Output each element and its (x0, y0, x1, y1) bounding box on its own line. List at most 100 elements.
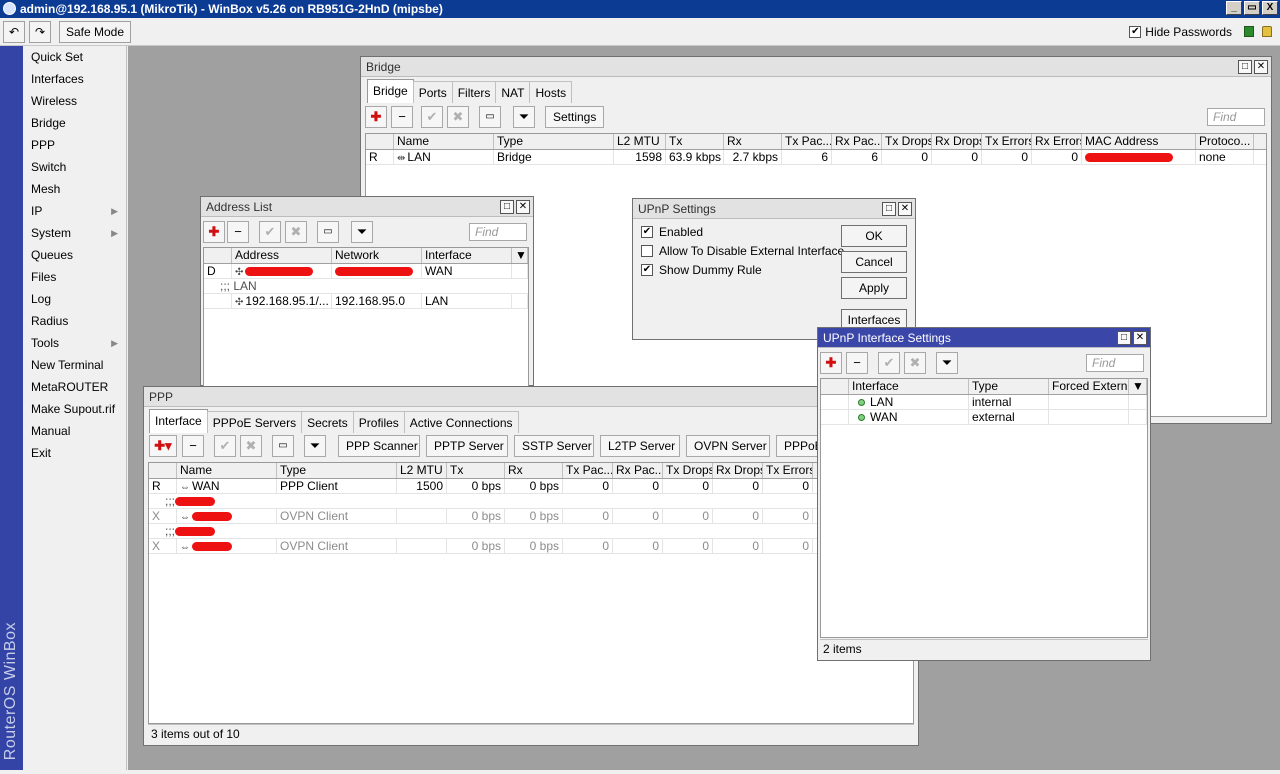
bridge-tab-ports[interactable]: Ports (412, 81, 453, 103)
ppp-column-header[interactable]: Tx Errors (763, 463, 813, 478)
address-column-header[interactable]: Address (232, 248, 332, 263)
check-icon[interactable]: ✔ (421, 106, 443, 128)
add-icon[interactable]: ✚ (203, 221, 225, 243)
undo-button[interactable]: ↶ (3, 21, 25, 43)
comment-icon[interactable]: ▭ (272, 435, 294, 457)
sidebar-item-wireless[interactable]: Wireless (23, 90, 126, 112)
sidebar-item-interfaces[interactable]: Interfaces (23, 68, 126, 90)
sidebar-item-switch[interactable]: Switch (23, 156, 126, 178)
sidebar-item-mesh[interactable]: Mesh (23, 178, 126, 200)
cross-icon[interactable]: ✖ (285, 221, 307, 243)
close-icon[interactable]: ✕ (1133, 331, 1147, 345)
minimize-icon[interactable]: _ (1226, 1, 1242, 15)
bridge-tab-nat[interactable]: NAT (495, 81, 531, 103)
ppp-column-header[interactable]: L2 MTU (397, 463, 447, 478)
close-icon[interactable]: ✕ (1254, 60, 1268, 74)
check-icon[interactable]: ✔ (878, 352, 900, 374)
checkbox[interactable]: ✔ (641, 264, 653, 276)
upnp-settings-window-title[interactable]: UPnP Settings □ ✕ (633, 199, 915, 219)
bridge-tab-bridge[interactable]: Bridge (367, 79, 414, 103)
filter-icon[interactable]: ⏷ (513, 106, 535, 128)
bridge-column-header[interactable]: Name (394, 134, 494, 149)
table-row[interactable]: LAN internal (821, 395, 1147, 410)
bridge-column-header[interactable]: Protoco... (1196, 134, 1254, 149)
add-icon[interactable]: ✚ (820, 352, 842, 374)
ppp-column-header[interactable]: Tx Pac... (563, 463, 613, 478)
bridge-column-header[interactable]: Tx Errors (982, 134, 1032, 149)
ppp-window-title[interactable]: PPP (144, 387, 918, 407)
bridge-column-header[interactable]: Rx Pac... (832, 134, 882, 149)
sidebar-item-log[interactable]: Log (23, 288, 126, 310)
comment-icon[interactable]: ▭ (317, 221, 339, 243)
filter-icon[interactable]: ⏷ (351, 221, 373, 243)
address-column-header[interactable] (204, 248, 232, 263)
cross-icon[interactable]: ✖ (904, 352, 926, 374)
cross-icon[interactable]: ✖ (447, 106, 469, 128)
table-row[interactable]: R ⇹ LAN Bridge 1598 63.9 kbps 2.7 kbps 6 6 0 0 0 0 no… (366, 150, 1266, 165)
restore-icon[interactable]: ▭ (1244, 1, 1260, 15)
bridge-column-header[interactable]: Tx Drops (882, 134, 932, 149)
upnp-interface-window-title[interactable]: UPnP Interface Settings □ ✕ (818, 328, 1150, 348)
ppp-column-header[interactable]: Tx Drops (663, 463, 713, 478)
sidebar-item-metarouter[interactable]: MetaROUTER (23, 376, 126, 398)
table-row[interactable]: X ⇔ OVPN Client 0 bps 0 bps 0 0 0 0 0 (149, 539, 913, 554)
ppp-sstp-server-button[interactable]: SSTP Server (514, 435, 594, 457)
sidebar-item-new-terminal[interactable]: New Terminal (23, 354, 126, 376)
bridge-column-header[interactable]: Tx (666, 134, 724, 149)
address-list-window-title[interactable]: Address List □ ✕ (201, 197, 533, 217)
safe-mode-button[interactable]: Safe Mode (59, 21, 131, 43)
bridge-column-header[interactable]: Tx Pac... (782, 134, 832, 149)
sidebar-item-manual[interactable]: Manual (23, 420, 126, 442)
ok-button[interactable]: OK (841, 225, 907, 247)
ppp-pptp-server-button[interactable]: PPTP Server (426, 435, 508, 457)
close-icon[interactable]: ✕ (516, 200, 530, 214)
table-row[interactable]: R ⇔ WAN PPP Client 1500 0 bps 0 bps 0 0 0 0 0 (149, 479, 913, 494)
close-icon[interactable]: ✕ (898, 202, 912, 216)
bridge-column-header[interactable] (366, 134, 394, 149)
sidebar-item-system[interactable]: System ▶ (23, 222, 126, 244)
bridge-column-header[interactable]: Rx Drops (932, 134, 982, 149)
upnp-column-header[interactable]: ▼ (1129, 379, 1147, 394)
ppp-tab-pppoe-servers[interactable]: PPPoE Servers (206, 411, 303, 433)
sidebar-item-exit[interactable]: Exit (23, 442, 126, 464)
ppp-l2tp-server-button[interactable]: L2TP Server (600, 435, 680, 457)
ppp-tab-interface[interactable]: Interface (149, 409, 208, 433)
hide-passwords-control[interactable]: ✔ Hide Passwords (1129, 25, 1232, 39)
ppp-ppp-scanner-button[interactable]: PPP Scanner (338, 435, 420, 457)
sidebar-item-ppp[interactable]: PPP (23, 134, 126, 156)
bridge-settings-button[interactable]: Settings (545, 106, 605, 128)
address-column-header[interactable]: Interface (422, 248, 512, 263)
ppp-column-header[interactable]: Tx (447, 463, 505, 478)
cross-icon[interactable]: ✖ (240, 435, 262, 457)
filter-icon[interactable]: ⏷ (304, 435, 326, 457)
sidebar-item-make-supout-rif[interactable]: Make Supout.rif (23, 398, 126, 420)
remove-icon[interactable]: − (391, 106, 413, 128)
remove-icon[interactable]: − (227, 221, 249, 243)
add-icon[interactable]: ✚ (365, 106, 387, 128)
redo-button[interactable]: ↷ (29, 21, 51, 43)
sidebar-item-ip[interactable]: IP ▶ (23, 200, 126, 222)
maximize-icon[interactable]: □ (1117, 331, 1131, 345)
remove-icon[interactable]: − (182, 435, 204, 457)
hide-passwords-checkbox[interactable]: ✔ (1129, 26, 1142, 38)
ppp-column-header[interactable]: Rx Pac... (613, 463, 663, 478)
bridge-column-header[interactable]: MAC Address (1082, 134, 1196, 149)
ppp-tab-active-connections[interactable]: Active Connections (403, 411, 519, 433)
upnp-column-header[interactable]: Forced Extern... (1049, 379, 1129, 394)
checkbox[interactable]: ✔ (641, 226, 653, 238)
upnp-find-input[interactable]: Find (1086, 354, 1144, 372)
upnp-column-header[interactable]: Type (969, 379, 1049, 394)
ppp-tab-profiles[interactable]: Profiles (352, 411, 405, 433)
table-row[interactable]: X ⇔ OVPN Client 0 bps 0 bps 0 0 0 0 0 (149, 509, 913, 524)
bridge-column-header[interactable]: L2 MTU (614, 134, 666, 149)
maximize-icon[interactable]: □ (882, 202, 896, 216)
maximize-icon[interactable]: □ (500, 200, 514, 214)
ppp-ovpn-server-button[interactable]: OVPN Server (686, 435, 770, 457)
bridge-column-header[interactable]: Rx Errors (1032, 134, 1082, 149)
add-dropdown-icon[interactable]: ✚▾ (149, 435, 177, 457)
upnp-column-header[interactable]: Interface (849, 379, 969, 394)
bridge-column-header[interactable]: Rx (724, 134, 782, 149)
upnp-column-header[interactable] (821, 379, 849, 394)
check-icon[interactable]: ✔ (214, 435, 236, 457)
ppp-column-header[interactable]: Rx Drops (713, 463, 763, 478)
